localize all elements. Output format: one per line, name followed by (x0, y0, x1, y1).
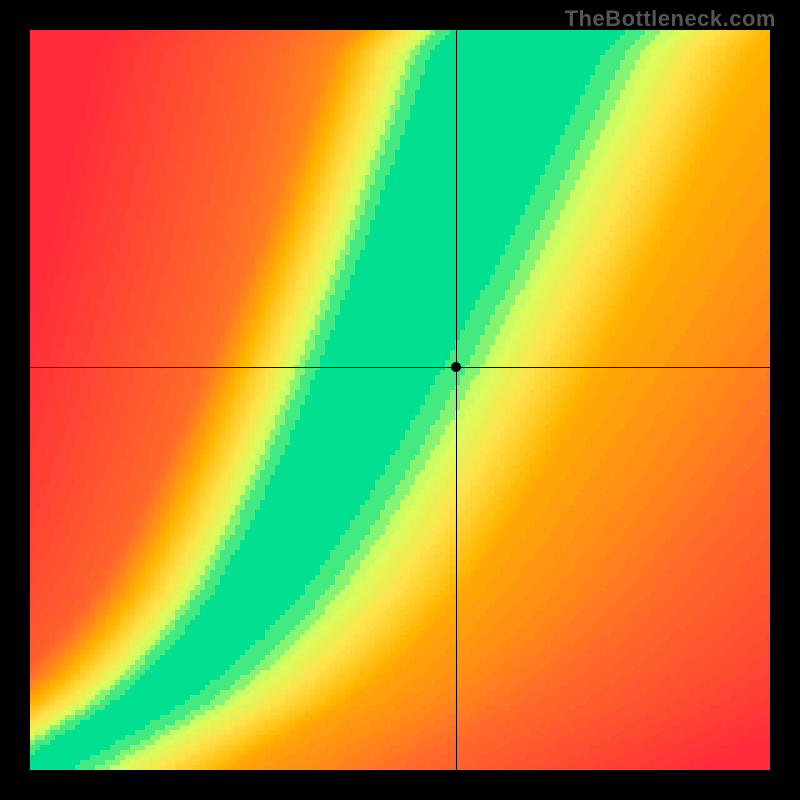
watermark: TheBottleneck.com (565, 6, 776, 32)
crosshair-vertical (456, 30, 457, 770)
crosshair-marker (451, 362, 461, 372)
heatmap-plot (30, 30, 770, 770)
chart-container: TheBottleneck.com (0, 0, 800, 800)
crosshair-horizontal (30, 367, 770, 368)
heatmap-canvas (30, 30, 770, 770)
